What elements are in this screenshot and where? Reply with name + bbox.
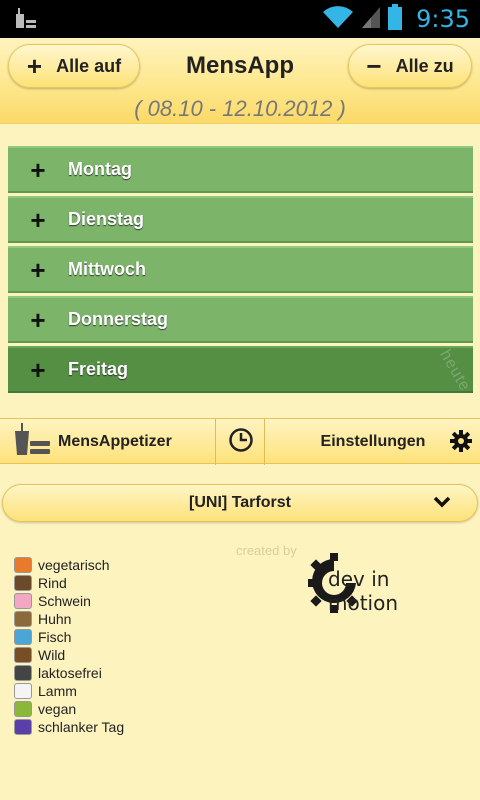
clock-icon	[228, 427, 254, 458]
legend-item: vegan	[14, 700, 124, 718]
settings-button[interactable]: Einstellungen	[266, 419, 480, 465]
day-row-montag[interactable]: + Montag	[8, 146, 473, 193]
day-label: Mittwoch	[68, 259, 146, 279]
plus-icon: +	[30, 154, 46, 185]
status-bar: 9:35	[0, 0, 480, 38]
legend-label: Lamm	[38, 683, 77, 699]
chicken-icon	[14, 611, 32, 627]
legend-label: Wild	[38, 647, 66, 663]
day-label: Montag	[68, 159, 132, 179]
app-header: + Alle auf MensApp − Alle zu ( 08.10 - 1…	[0, 38, 480, 124]
notification-icon	[14, 8, 38, 35]
day-label: Dienstag	[68, 209, 145, 229]
minus-icon: −	[366, 51, 382, 81]
battery-icon	[388, 3, 403, 35]
day-row-mittwoch[interactable]: + Mittwoch	[8, 246, 473, 293]
cow-icon	[14, 575, 32, 591]
legend-label: schlanker Tag	[38, 719, 125, 735]
day-label: Donnerstag	[68, 309, 169, 329]
bottom-toolbar: MensAppetizer Einstellungen	[0, 418, 480, 465]
legend-item: Fisch	[14, 628, 124, 646]
plus-icon: +	[30, 254, 46, 285]
collapse-all-label: Alle zu	[395, 55, 454, 76]
legend-item: Rind	[14, 574, 124, 592]
legend-label: Rind	[38, 575, 67, 591]
legend-item: vegetarisch	[14, 556, 124, 574]
signal-icon	[360, 5, 382, 34]
legend-label: Schwein	[38, 593, 91, 609]
collapse-all-button[interactable]: − Alle zu	[348, 44, 472, 88]
canteen-selected: [UNI] Tarforst	[189, 494, 291, 511]
dev-in-motion-logo: dev in motion	[306, 553, 456, 615]
legend-item: schlanker Tag	[14, 718, 124, 736]
today-badge: heute	[436, 346, 473, 393]
lamb-icon	[14, 683, 32, 699]
expand-all-button[interactable]: + Alle auf	[8, 44, 140, 88]
legend-item: laktosefrei	[14, 664, 124, 682]
day-label: Freitag	[68, 359, 129, 379]
deer-icon	[14, 647, 32, 663]
clock: 9:35	[416, 5, 470, 33]
legend-item: Wild	[14, 646, 124, 664]
vegan-icon	[14, 701, 32, 717]
legend-label: vegan	[38, 701, 77, 717]
slim-day-icon	[14, 719, 32, 735]
pig-icon	[14, 593, 32, 609]
carrot-icon	[14, 557, 32, 573]
legend-item: Huhn	[14, 610, 124, 628]
plus-icon: +	[30, 204, 46, 235]
day-row-dienstag[interactable]: + Dienstag	[8, 196, 473, 243]
legend-label: Fisch	[38, 629, 72, 645]
expand-all-label: Alle auf	[56, 55, 122, 76]
clock-button[interactable]	[217, 419, 265, 465]
created-by-text: created by	[236, 543, 297, 558]
plus-icon: +	[30, 304, 46, 335]
brand-text: dev in motion	[328, 567, 399, 615]
plus-icon: +	[30, 354, 46, 385]
legend-item: Schwein	[14, 592, 124, 610]
mensappetizer-button[interactable]: MensAppetizer	[0, 419, 216, 465]
day-list: + Montag + Dienstag + Mittwoch + Donners…	[8, 146, 473, 396]
gear-icon	[450, 430, 472, 457]
lactose-free-icon	[14, 665, 32, 681]
canteen-select[interactable]: [UNI] Tarforst	[2, 484, 478, 522]
drink-food-icon	[12, 422, 52, 462]
date-range: ( 08.10 - 12.10.2012 )	[134, 96, 346, 121]
plus-icon: +	[26, 51, 43, 81]
chevron-down-icon	[433, 495, 451, 514]
day-row-freitag[interactable]: + Freitag heute	[8, 346, 473, 393]
legend-label: Huhn	[38, 611, 72, 627]
legend-label: vegetarisch	[38, 557, 110, 573]
legend: vegetarisch Rind Schwein Huhn Fisch Wild…	[14, 556, 124, 736]
wifi-icon	[322, 5, 354, 34]
fish-icon	[14, 629, 32, 645]
settings-label: Einstellungen	[320, 433, 426, 450]
day-row-donnerstag[interactable]: + Donnerstag	[8, 296, 473, 343]
app-title: MensApp	[186, 52, 294, 79]
legend-item: Lamm	[14, 682, 124, 700]
legend-label: laktosefrei	[38, 665, 102, 681]
mensappetizer-label: MensAppetizer	[58, 433, 172, 450]
